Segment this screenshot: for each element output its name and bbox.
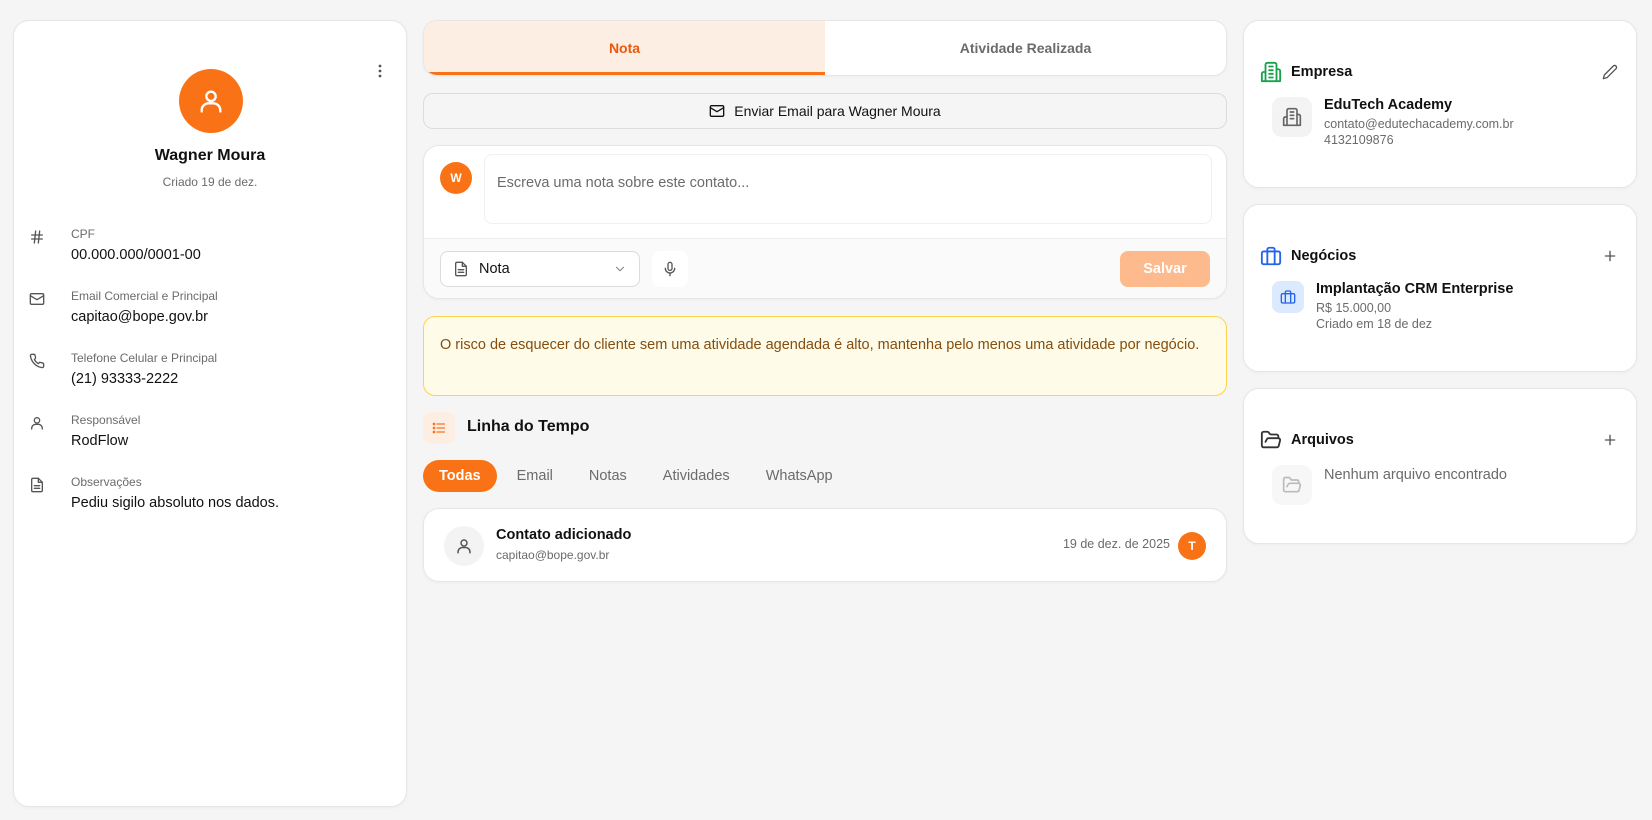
field-phone: Telefone Celular e Principal (21) 93333-… — [29, 351, 389, 401]
author-avatar: W — [440, 162, 472, 194]
deal-name[interactable]: Implantação CRM Enterprise — [1316, 281, 1513, 297]
file-text-icon — [455, 261, 467, 277]
tab-nota[interactable]: Nota — [424, 21, 825, 75]
files-section-title: Arquivos — [1291, 432, 1354, 448]
field-label: Email Comercial e Principal — [71, 289, 218, 303]
empty-folder-icon — [1272, 465, 1312, 505]
company-name[interactable]: EduTech Academy — [1324, 97, 1452, 113]
filter-email[interactable]: Email — [501, 460, 569, 492]
deal-created: Criado em 18 de dez — [1316, 317, 1433, 331]
company-email: contato@edutechacademy.com.br — [1324, 117, 1514, 131]
send-email-button[interactable]: Enviar Email para Wagner Moura — [423, 93, 1227, 129]
folder-icon — [1260, 429, 1282, 451]
filter-whatsapp[interactable]: WhatsApp — [750, 460, 849, 492]
filter-notas[interactable]: Notas — [573, 460, 643, 492]
file-text-icon — [29, 477, 45, 493]
user-icon — [444, 526, 484, 566]
mail-icon — [29, 291, 45, 307]
field-label: Responsável — [71, 413, 141, 427]
company-card: Empresa EduTech Academy contato@edutecha… — [1243, 20, 1637, 188]
send-email-label: Enviar Email para Wagner Moura — [734, 103, 941, 119]
filter-atividades[interactable]: Atividades — [647, 460, 746, 492]
timeline-title: Linha do Tempo — [467, 418, 590, 435]
note-textarea[interactable] — [484, 154, 1212, 224]
contact-panel: Wagner Moura Criado 19 de dez. CPF 00.00… — [13, 20, 407, 807]
add-file-icon[interactable] — [1600, 430, 1620, 450]
note-type-value: Nota — [479, 261, 510, 277]
field-value[interactable]: (21) 93333-2222 — [71, 371, 178, 387]
field-notes: Observações Pediu sigilo absoluto nos da… — [29, 475, 389, 525]
activity-warning-alert: O risco de esquecer do cliente sem uma a… — [423, 316, 1227, 396]
field-value: 00.000.000/0001-00 — [71, 247, 201, 263]
company-section-title: Empresa — [1291, 64, 1353, 80]
field-label: Telefone Celular e Principal — [71, 351, 218, 365]
save-button[interactable]: Salvar — [1120, 251, 1210, 287]
files-card: Arquivos Nenhum arquivo encontrado — [1243, 388, 1637, 544]
deals-section-title: Negócios — [1291, 248, 1357, 264]
add-deal-icon[interactable] — [1600, 246, 1620, 266]
deals-card: Negócios Implantação CRM Enterprise R$ 1… — [1243, 204, 1637, 372]
mic-button[interactable] — [652, 251, 688, 287]
activity-tabs: Nota Atividade Realizada — [423, 20, 1227, 76]
timeline-item-user-avatar: T — [1178, 532, 1206, 560]
timeline-filters: Todas Email Notas Atividades WhatsApp — [423, 460, 849, 492]
files-empty-text: Nenhum arquivo encontrado — [1324, 467, 1507, 483]
note-type-select[interactable]: Nota — [440, 251, 640, 287]
field-value: RodFlow — [71, 433, 129, 449]
timeline-item[interactable]: Contato adicionado capitao@bope.gov.br 1… — [423, 508, 1227, 582]
hash-icon — [29, 229, 45, 245]
timeline-item-title: Contato adicionado — [496, 527, 632, 543]
timeline-item-subtitle: capitao@bope.gov.br — [496, 548, 610, 562]
mail-icon — [709, 105, 725, 117]
field-owner: Responsável RodFlow — [29, 413, 389, 463]
phone-icon — [29, 353, 45, 369]
note-toolbar: Nota Salvar — [424, 238, 1226, 298]
field-label: CPF — [71, 227, 95, 241]
contact-created-date: Criado 19 de dez. — [162, 175, 258, 189]
user-icon — [29, 415, 45, 431]
deal-value: R$ 15.000,00 — [1316, 301, 1392, 315]
list-icon — [423, 412, 455, 444]
more-options-icon[interactable] — [370, 61, 390, 81]
timeline-item-date: 19 de dez. de 2025 — [1062, 537, 1170, 551]
building-icon — [1260, 61, 1282, 83]
field-cpf: CPF 00.000.000/0001-00 — [29, 227, 389, 277]
mic-icon — [664, 261, 676, 277]
note-editor: W Nota Salvar — [423, 145, 1227, 299]
filter-todas[interactable]: Todas — [423, 460, 497, 492]
alert-text: O risco de esquecer do cliente sem uma a… — [440, 337, 1200, 353]
deal-briefcase-icon — [1272, 281, 1304, 313]
user-icon — [200, 90, 222, 113]
company-building-icon — [1272, 97, 1312, 137]
field-value[interactable]: capitao@bope.gov.br — [71, 309, 208, 325]
field-email: Email Comercial e Principal capitao@bope… — [29, 289, 389, 339]
field-label: Observações — [71, 475, 142, 489]
tab-atividade-realizada[interactable]: Atividade Realizada — [825, 21, 1226, 75]
chevron-down-icon — [615, 266, 625, 272]
field-value: Pediu sigilo absoluto nos dados. — [71, 495, 279, 511]
briefcase-icon — [1260, 245, 1282, 267]
contact-name: Wagner Moura — [154, 147, 266, 164]
company-phone: 4132109876 — [1324, 133, 1394, 147]
contact-avatar — [179, 69, 243, 133]
edit-icon[interactable] — [1600, 62, 1620, 82]
